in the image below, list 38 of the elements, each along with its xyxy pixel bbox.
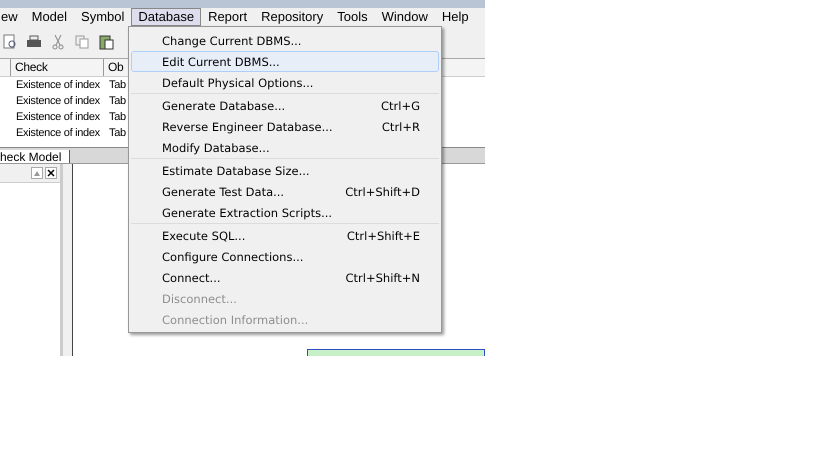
copy-icon[interactable] (74, 34, 90, 50)
table-cell-text: Tab (108, 110, 127, 125)
menu-item[interactable]: Connect... Ctrl+Shift+N (131, 267, 439, 288)
menu-item[interactable]: Generate Database... Ctrl+G (131, 95, 439, 116)
menu-item[interactable]: Repository (254, 8, 330, 26)
table-cell-text: Existence of index (15, 78, 101, 93)
menu-item[interactable]: Modify Database... (131, 137, 439, 158)
menu-item: Disconnect... (161, 290, 238, 308)
menu-item[interactable]: ew (0, 8, 25, 26)
menu-item[interactable]: Execute SQL... Ctrl+Shift+E (131, 225, 439, 246)
menu-item[interactable]: Generate Test Data... Ctrl+Shift+D (131, 181, 439, 202)
table-cell-text: Tab (108, 126, 127, 141)
cut-icon[interactable] (50, 34, 66, 50)
menu-item: Connection Information... (161, 312, 310, 328)
menu-item[interactable]: Estimate Database Size... (131, 160, 439, 181)
tab[interactable]: heck Model (0, 150, 70, 164)
menu-item[interactable]: Report (201, 8, 254, 26)
menu-item[interactable]: Generate Extraction Scripts... (131, 202, 439, 223)
menu-item[interactable]: Window (374, 8, 435, 26)
menu-item[interactable]: Edit Current DBMS... (131, 51, 439, 72)
menu-item[interactable]: Model (24, 8, 74, 26)
printer-icon[interactable] (26, 34, 42, 50)
close-icon[interactable] (45, 167, 57, 179)
menu-item[interactable]: Reverse Engineer Database... Ctrl+R (131, 116, 439, 137)
column-header[interactable]: Check (10, 59, 103, 76)
menu-item[interactable]: Database (131, 8, 202, 26)
print-preview-icon[interactable] (2, 34, 18, 50)
table-cell-text: Tab (108, 94, 127, 109)
menu-item[interactable]: Change Current DBMS... (131, 30, 439, 51)
table-cell-text: Existence of index (15, 126, 101, 141)
table-cell-text: Existence of index (15, 110, 101, 125)
table-cell-text: Tab (108, 78, 127, 93)
menu-item[interactable]: Help (434, 8, 476, 26)
paste-icon[interactable] (98, 34, 114, 50)
menu-item[interactable]: Configure Connections... (131, 246, 439, 267)
menu-item[interactable]: Tools (330, 8, 375, 26)
table-cell-text: Existence of index (15, 94, 101, 109)
menu-item[interactable]: Symbol (74, 8, 132, 26)
